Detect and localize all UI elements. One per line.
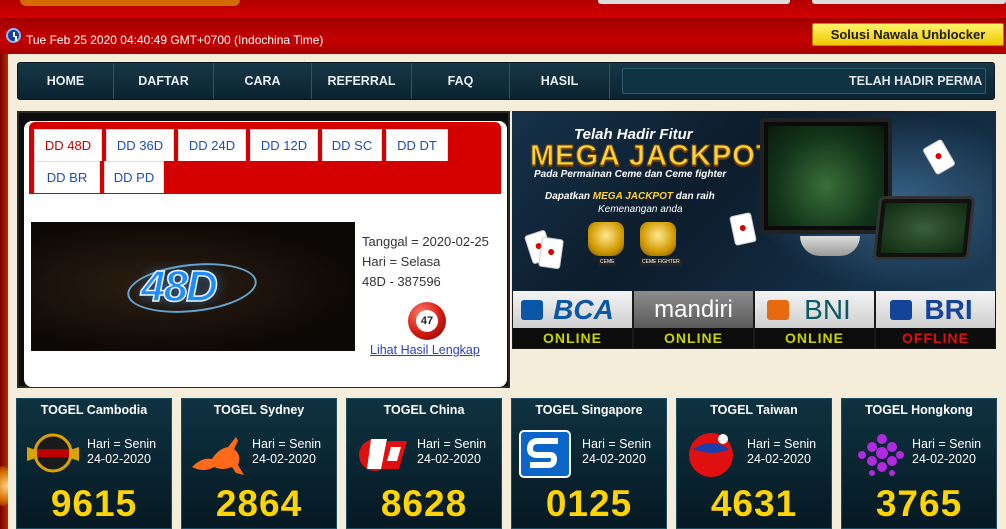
togel-number: 3765 (875, 483, 963, 524)
bri-icon (890, 300, 912, 320)
togel-number: 4631 (710, 483, 798, 524)
taiwan-lottery-logo-icon (689, 433, 733, 477)
togel-card-hongkong[interactable]: TOGEL Hongkong Hari = Senin 24-02-2020 3… (841, 398, 997, 529)
togel-number: 2864 (215, 483, 303, 524)
site-logo-fragment[interactable] (20, 0, 240, 6)
bank-bni-name: BNI (804, 294, 851, 325)
bank-bca-name: BCA (553, 294, 614, 325)
monitor-image (760, 118, 892, 234)
togel-number: 9615 (50, 483, 138, 524)
togel-number: 0125 (545, 483, 633, 524)
togel-day: Hari = Senin (747, 437, 817, 451)
tablet-screen (880, 203, 968, 253)
ball-number: 47 (416, 310, 438, 332)
togel-date: 24-02-2020 (747, 452, 811, 466)
togel-day: Hari = Senin (87, 437, 157, 451)
password-input[interactable] (812, 0, 1006, 4)
togel-date: 24-02-2020 (582, 452, 646, 466)
promo-line-4a: Dapatkan (545, 191, 593, 202)
tab-dd-pd[interactable]: DD PD (104, 161, 164, 193)
domino-card-icon (538, 236, 564, 270)
promo-line-3: Pada Permainan Ceme dan Ceme fighter (534, 169, 727, 180)
tab-dd-48d[interactable]: DD 48D (34, 129, 102, 161)
trophy-label-ceme-fighter: CEME FIGHTER (640, 258, 682, 266)
togel-title: TOGEL China (383, 403, 465, 417)
48d-logo: 48D (31, 222, 355, 351)
kangaroo-icon (192, 437, 244, 475)
togel-card-sydney[interactable]: TOGEL Sydney Hari = Senin 24-02-2020 286… (181, 398, 337, 529)
nav-cara-bermain[interactable]: CARA BERMAIN (214, 63, 312, 124)
bca-icon (521, 300, 543, 320)
togel-day: Hari = Senin (582, 437, 652, 451)
bank-bca-logo: BCA (513, 291, 632, 328)
trophy-label-ceme: CEME (598, 258, 617, 266)
monitor-screen (768, 126, 884, 226)
togel-day: Hari = Senin (252, 437, 322, 451)
bank-bni-status: ONLINE (755, 328, 874, 348)
togel-day: Hari = Senin (417, 437, 487, 451)
bank-bca: BCA ONLINE (513, 291, 632, 348)
bank-bri-status: OFFLINE (876, 328, 995, 348)
bank-mandiri: mandiri ONLINE (634, 291, 753, 348)
togel-day: Hari = Senin (912, 437, 982, 451)
clock-icon (6, 28, 21, 43)
promo-line-4b: MEGA JACKPOT (592, 191, 673, 202)
togel-card-taiwan[interactable]: TOGEL Taiwan Hari = Senin 24-02-2020 463… (676, 398, 832, 529)
tab-dd-dt[interactable]: DD DT (386, 129, 448, 161)
china-lottery-logo-icon (359, 439, 407, 471)
username-input[interactable] (598, 0, 790, 4)
tab-dd-sc[interactable]: DD SC (322, 129, 382, 161)
singapore-pools-logo-icon (519, 430, 571, 478)
togel-date: 24-02-2020 (912, 452, 976, 466)
togel-date: 24-02-2020 (252, 452, 316, 466)
tab-dd-24d[interactable]: DD 24D (178, 129, 246, 161)
togel-title: TOGEL Sydney (213, 403, 305, 417)
result-number: 48D - 387596 (362, 274, 441, 289)
bank-mandiri-logo: mandiri (634, 291, 753, 328)
promo-line-4: Dapatkan MEGA JACKPOT dan raih (545, 191, 715, 202)
nav-daftar[interactable]: DAFTAR (114, 63, 214, 99)
cambodia-logo-icon (27, 433, 79, 473)
togel-card-cambodia[interactable]: TOGEL Cambodia Hari = Senin 24-02-2020 9… (16, 398, 172, 529)
bank-bni: BNI ONLINE (755, 291, 874, 348)
main-nav: HOME DAFTAR CARA BERMAIN REFERRAL FAQ HA… (17, 62, 995, 124)
current-datetime: Tue Feb 25 2020 04:40:49 GMT+0700 (Indoc… (26, 33, 324, 47)
togel-card-singapore[interactable]: TOGEL Singapore Hari = Senin 24-02-2020 … (511, 398, 667, 529)
tab-dd-36d[interactable]: DD 36D (106, 129, 174, 161)
nawala-unblocker-button[interactable]: Solusi Nawala Unblocker (812, 23, 1004, 46)
togel-title: TOGEL Singapore (535, 403, 643, 417)
hongkong-lottery-logo-icon (858, 434, 904, 476)
bank-bni-logo: BNI (755, 291, 874, 328)
nav-home[interactable]: HOME (18, 63, 114, 99)
bank-bca-status: ONLINE (513, 328, 632, 348)
tablet-image (872, 196, 976, 260)
togel-title: TOGEL Hongkong (865, 403, 973, 417)
togel-card-china[interactable]: TOGEL China Hari = Senin 24-02-2020 8628 (346, 398, 502, 529)
nav-hasil-lengkap[interactable]: HASIL LENGKAP (510, 63, 610, 124)
togel-title: TOGEL Cambodia (40, 403, 148, 417)
tab-dd-br[interactable]: DD BR (34, 161, 100, 193)
togel-number: 8628 (380, 483, 468, 524)
marquee-text: TELAH HADIR PERMA (849, 74, 983, 88)
promo-line-5: Kemenangan anda (598, 204, 683, 215)
result-day: Hari = Selasa (362, 254, 441, 269)
lottery-ball-icon: 47 (408, 302, 446, 340)
bni-icon (767, 300, 789, 320)
48d-logo-text: 48D (140, 261, 218, 312)
promo-line-4c: dan raih (673, 191, 715, 202)
togel-title: TOGEL Taiwan (710, 403, 798, 417)
bank-mandiri-status: ONLINE (634, 328, 753, 348)
trophy-icon (588, 222, 624, 256)
togel-date: 24-02-2020 (417, 452, 481, 466)
nav-referral[interactable]: REFERRAL (312, 63, 412, 99)
full-result-link[interactable]: Lihat Hasil Lengkap (370, 343, 480, 357)
nav-faq[interactable]: FAQ (412, 63, 510, 99)
togel-date: 24-02-2020 (87, 452, 151, 466)
bank-bri-logo: BRI (876, 291, 995, 328)
trophy-icon (640, 222, 676, 256)
news-marquee: TELAH HADIR PERMA (622, 68, 986, 94)
bank-bri: BRI OFFLINE (876, 291, 995, 348)
result-date: Tanggal = 2020-02-25 (362, 234, 489, 249)
tab-dd-12d[interactable]: DD 12D (250, 129, 318, 161)
